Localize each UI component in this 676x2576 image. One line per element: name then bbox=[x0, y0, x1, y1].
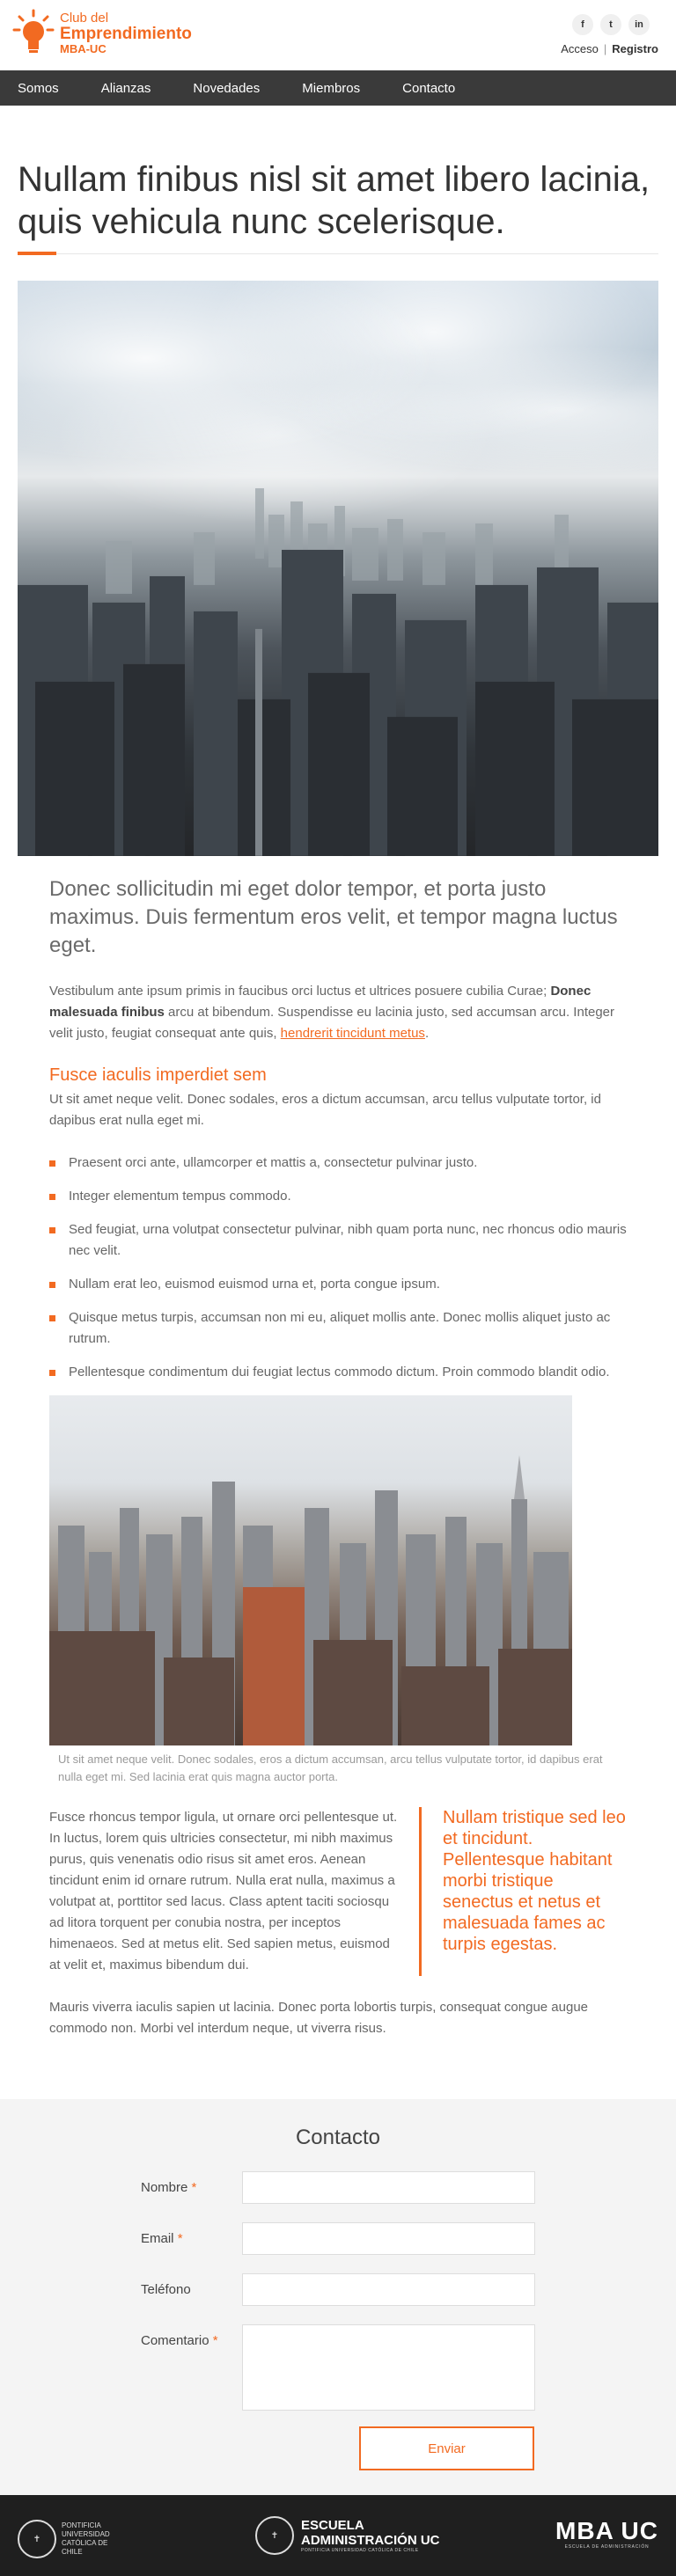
comment-label-text: Comentario bbox=[141, 2333, 209, 2348]
escuela-subline: PONTIFICIA UNIVERSIDAD CATÓLICA DE CHILE bbox=[301, 2548, 419, 2553]
puc-name: PONTIFICIA UNIVERSIDAD CATÓLICA DE CHILE bbox=[62, 2521, 110, 2556]
email-label-text: Email bbox=[141, 2231, 174, 2246]
escuela-line1: ESCUELA bbox=[301, 2518, 364, 2533]
article-paragraph-2: Ut sit amet neque velit. Donec sodales, … bbox=[49, 1092, 601, 1128]
university-seal-icon: ✝ bbox=[18, 2520, 56, 2558]
paragraph-text: Vestibulum ante ipsum primis in faucibus… bbox=[49, 984, 551, 999]
page-title: Nullam finibus nisl sit amet libero laci… bbox=[18, 160, 650, 241]
linkedin-icon[interactable]: in bbox=[628, 14, 650, 35]
facebook-icon[interactable]: f bbox=[572, 14, 593, 35]
comment-label: Comentario * bbox=[141, 2324, 242, 2348]
main-nav: Somos Alianzas Novedades Miembros Contac… bbox=[0, 70, 676, 106]
brand-line1: Club del bbox=[60, 11, 109, 26]
bullet-list: Praesent orci ante, ullamcorper et matti… bbox=[49, 1153, 627, 1383]
form-row-comment: Comentario * bbox=[141, 2324, 535, 2411]
list-item: Pellentesque condimentum dui feugiat lec… bbox=[49, 1362, 627, 1383]
list-item: Praesent orci ante, ullamcorper et matti… bbox=[49, 1153, 627, 1174]
puc-logo[interactable]: ✝ PONTIFICIA UNIVERSIDAD CATÓLICA DE CHI… bbox=[18, 2520, 114, 2558]
required-marker: * bbox=[212, 2333, 218, 2348]
paragraph-end: . bbox=[424, 1026, 430, 1041]
register-link[interactable]: Registro bbox=[612, 42, 658, 55]
required-marker: * bbox=[191, 2180, 197, 2195]
list-item: Sed feugiat, urna volutpat consectetur p… bbox=[49, 1219, 627, 1262]
figure-caption: Ut sit amet neque velit. Donec sodales, … bbox=[58, 1753, 603, 1783]
name-label: Nombre * bbox=[141, 2171, 242, 2195]
login-link[interactable]: Acceso bbox=[561, 42, 599, 55]
article-paragraph-4: Mauris viverra iaculis sapien ut lacinia… bbox=[49, 2000, 589, 2036]
page: Club del Emprendimiento MBA-UC f t in Ac… bbox=[0, 0, 676, 2576]
contact-section: Contacto Nombre * Email * Teléfono Comen… bbox=[0, 2099, 676, 2495]
email-label: Email * bbox=[141, 2222, 242, 2246]
phone-label: Teléfono bbox=[141, 2273, 242, 2297]
required-marker: * bbox=[177, 2231, 183, 2246]
name-label-text: Nombre bbox=[141, 2180, 188, 2195]
inline-link[interactable]: hendrerit tincidunt metus bbox=[281, 1026, 425, 1041]
email-input[interactable] bbox=[242, 2222, 535, 2255]
brand-line2: Emprendimiento bbox=[60, 25, 192, 44]
figure-skyline bbox=[49, 1455, 572, 1745]
two-column-block: Fusce rhoncus tempor ligula, ut ornare o… bbox=[49, 1807, 627, 1976]
escuela-seal-icon: ✝ bbox=[255, 2516, 294, 2555]
title-divider bbox=[18, 252, 658, 255]
list-item: Integer elementum tempus commodo. bbox=[49, 1186, 627, 1207]
form-row-email: Email * bbox=[141, 2222, 535, 2255]
auth-links: Acceso | Registro bbox=[561, 42, 658, 55]
escuela-line2: ADMINISTRACIÓN UC bbox=[301, 2533, 440, 2548]
twitter-icon[interactable]: t bbox=[600, 14, 621, 35]
brand-logo[interactable]: Club del Emprendimiento MBA-UC bbox=[12, 9, 192, 58]
auth-separator: | bbox=[603, 42, 607, 55]
mba-uc-logo[interactable]: MBA UC ESCUELA DE ADMINISTRACIÓN bbox=[555, 2518, 658, 2550]
nav-item-contacto[interactable]: Contacto bbox=[402, 81, 455, 96]
site-header: Club del Emprendimiento MBA-UC f t in Ac… bbox=[0, 0, 676, 70]
nav-item-alianzas[interactable]: Alianzas bbox=[101, 81, 151, 96]
escuela-text: ESCUELA ADMINISTRACIÓN UC PONTIFICIA UNI… bbox=[301, 2518, 440, 2553]
nav-item-novedades[interactable]: Novedades bbox=[193, 81, 260, 96]
comment-textarea[interactable] bbox=[242, 2324, 535, 2411]
list-item: Nullam erat leo, euismod euismod urna et… bbox=[49, 1274, 627, 1295]
escuela-logo[interactable]: ✝ ESCUELA ADMINISTRACIÓN UC PONTIFICIA U… bbox=[255, 2516, 440, 2555]
name-input[interactable] bbox=[242, 2171, 535, 2204]
article-body: Donec sollicitudin mi eget dolor tempor,… bbox=[0, 875, 676, 2039]
brand-line3: MBA-UC bbox=[60, 42, 107, 56]
mba-uc-subline: ESCUELA DE ADMINISTRACIÓN bbox=[564, 2544, 650, 2550]
list-item: Quisque metus turpis, accumsan non mi eu… bbox=[49, 1307, 627, 1350]
article-paragraph-1: Vestibulum ante ipsum primis in faucibus… bbox=[49, 981, 627, 1044]
article-header: Nullam finibus nisl sit amet libero laci… bbox=[0, 106, 676, 255]
hero-skyline bbox=[18, 488, 658, 856]
article-paragraph-3: Fusce rhoncus tempor ligula, ut ornare o… bbox=[49, 1810, 398, 1972]
form-row-name: Nombre * bbox=[141, 2171, 535, 2204]
pull-quote: Nullam tristique sed leo et tincidunt. P… bbox=[419, 1807, 627, 1976]
social-links: f t in bbox=[572, 14, 650, 35]
article-lead: Donec sollicitudin mi eget dolor tempor,… bbox=[49, 877, 618, 957]
section-heading: Fusce iaculis imperdiet sem bbox=[49, 1065, 267, 1085]
phone-label-text: Teléfono bbox=[141, 2282, 191, 2297]
hero-image bbox=[18, 281, 658, 856]
form-row-phone: Teléfono bbox=[141, 2273, 535, 2306]
submit-button[interactable]: Enviar bbox=[359, 2426, 534, 2470]
mba-uc-wordmark: MBA UC bbox=[555, 2517, 658, 2544]
lightbulb-icon bbox=[12, 9, 55, 53]
nav-item-miembros[interactable]: Miembros bbox=[302, 81, 360, 96]
nav-item-somos[interactable]: Somos bbox=[18, 81, 59, 96]
brand-name: Club del Emprendimiento MBA-UC bbox=[60, 11, 192, 55]
figure-image bbox=[49, 1395, 572, 1745]
phone-input[interactable] bbox=[242, 2273, 535, 2306]
contact-heading: Contacto bbox=[295, 2126, 381, 2149]
site-footer: ✝ PONTIFICIA UNIVERSIDAD CATÓLICA DE CHI… bbox=[0, 2495, 676, 2576]
